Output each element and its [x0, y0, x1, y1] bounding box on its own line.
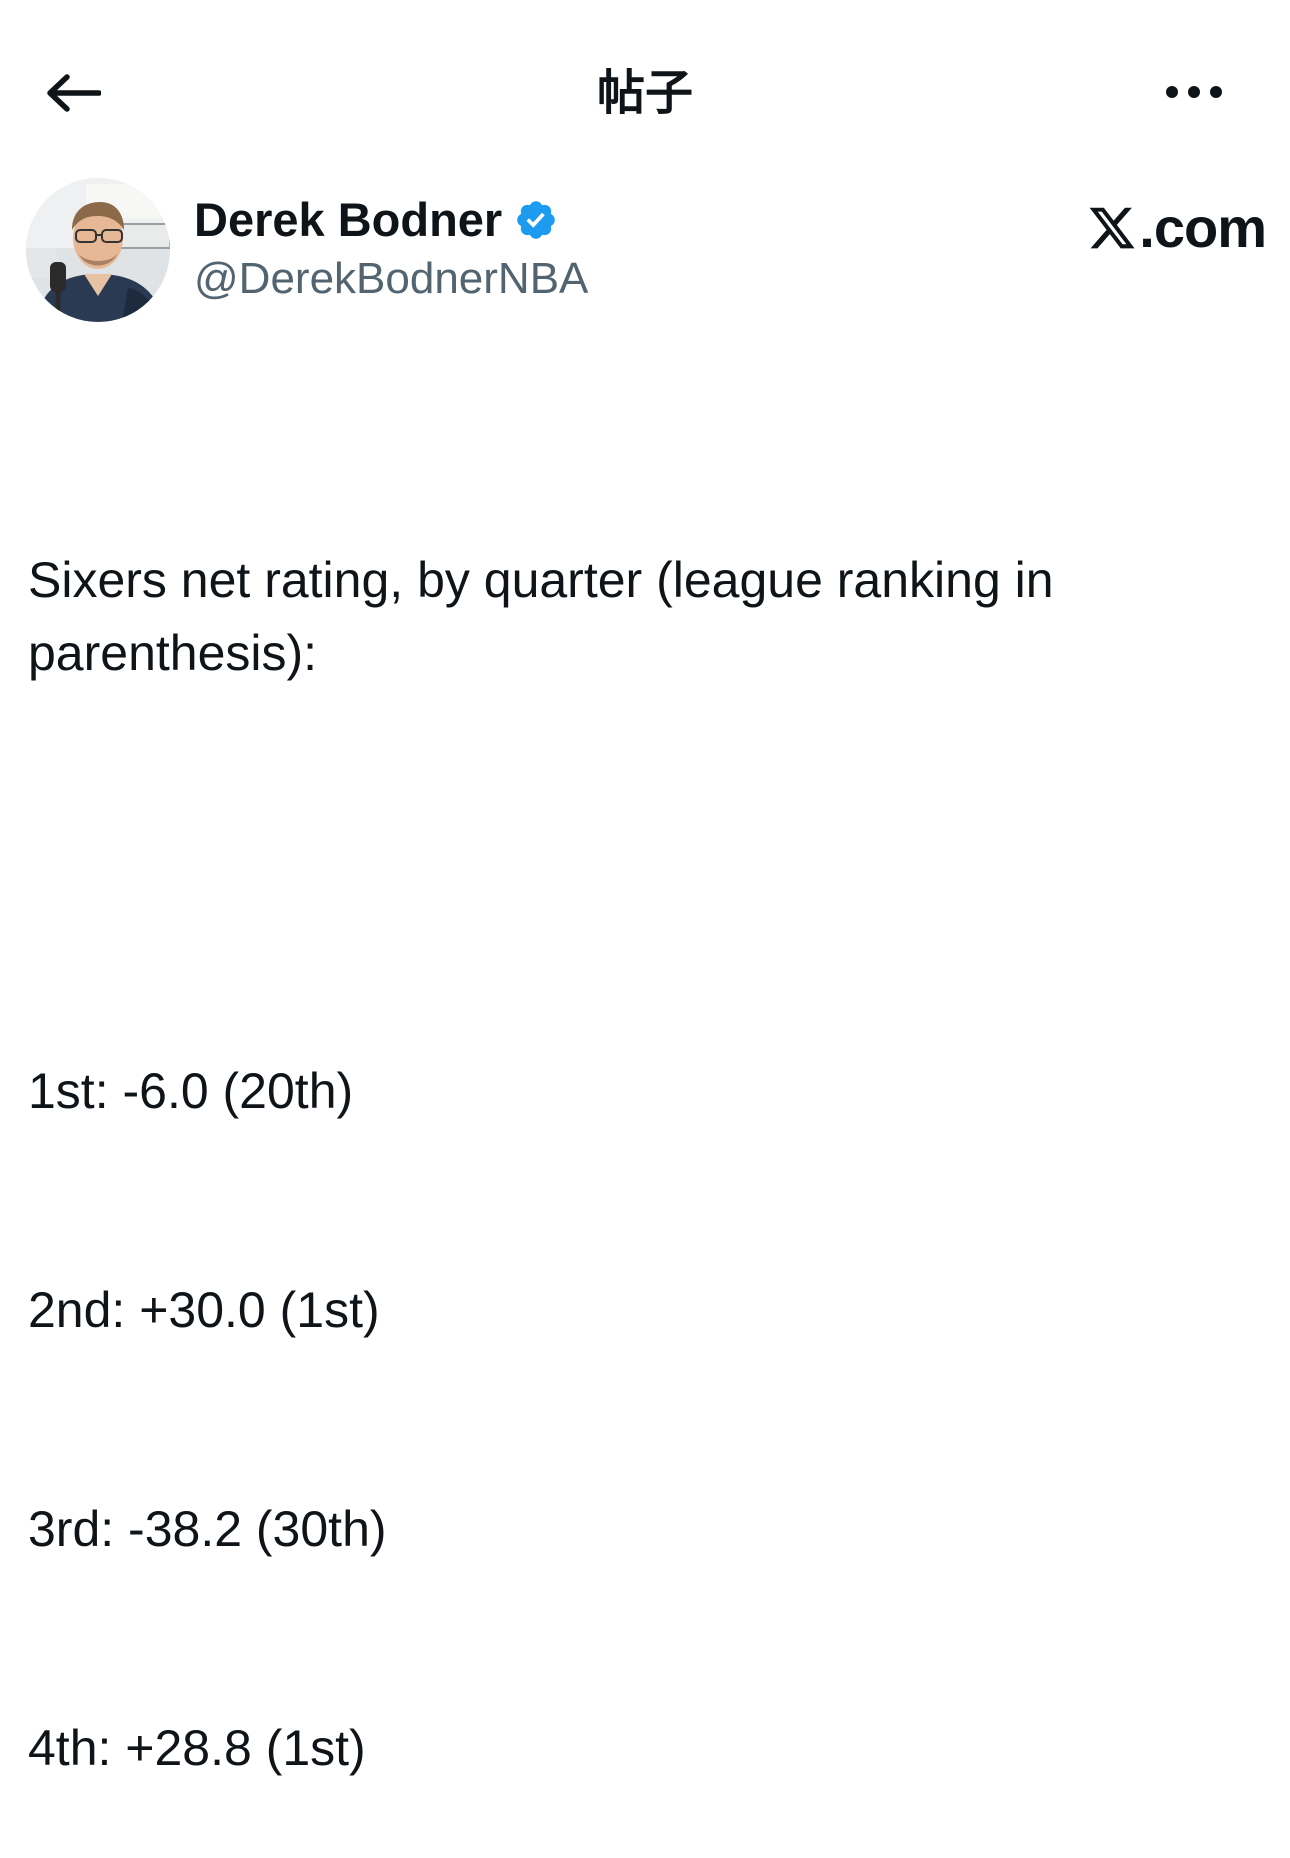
more-options-button[interactable]: [1156, 66, 1232, 118]
x-logo-icon: [1089, 207, 1135, 249]
avatar[interactable]: [26, 178, 170, 322]
quarter-line-1: 1st: -6.0 (20th): [28, 1063, 354, 1119]
verified-badge-icon: [514, 198, 558, 242]
author-names: Derek Bodner @DerekBodnerNBA: [194, 192, 588, 310]
tweet-body: Sixers net rating, by quarter (league ra…: [28, 398, 1258, 1858]
more-horizontal-icon: [1166, 86, 1222, 98]
x-com-label: .com: [1139, 196, 1267, 259]
quarter-line-2: 2nd: +30.0 (1st): [28, 1282, 380, 1338]
profile-photo: [26, 178, 170, 322]
quarter-line-4: 4th: +28.8 (1st): [28, 1720, 366, 1776]
tweet-intro-text: Sixers net rating, by quarter (league ra…: [28, 552, 1068, 681]
x-com-watermark: .com: [1087, 196, 1267, 260]
quarter-line-3: 3rd: -38.2 (30th): [28, 1501, 387, 1557]
top-navigation-bar: 帖子: [0, 0, 1290, 180]
author-display-name[interactable]: Derek Bodner: [194, 192, 502, 248]
author-handle[interactable]: @DerekBodnerNBA: [194, 248, 588, 310]
tweet-author-header: Derek Bodner @DerekBodnerNBA .com: [26, 178, 1267, 324]
page-title: 帖子: [596, 65, 693, 121]
display-name-row: Derek Bodner: [194, 192, 588, 248]
